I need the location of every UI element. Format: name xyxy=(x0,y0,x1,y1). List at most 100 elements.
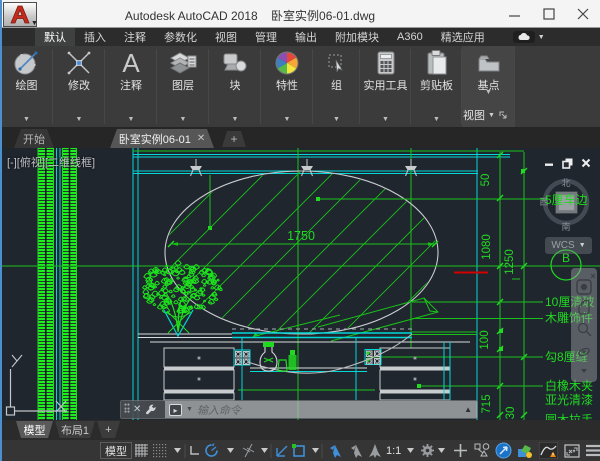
panel-flyout-caret-icon[interactable]: ▼ xyxy=(209,116,261,123)
ribbon-tab-annotate[interactable]: 注释 xyxy=(115,28,155,46)
ribbon-panel-utils[interactable]: 实用工具 ▼ xyxy=(360,46,411,127)
performance-monitor-icon[interactable] xyxy=(536,442,561,459)
ribbon-tab-output[interactable]: 输出 xyxy=(286,28,326,46)
ribbon-panel-props[interactable]: 特性▼ xyxy=(261,46,313,127)
ribbon-tab-featured-apps[interactable]: 精选应用 xyxy=(432,28,494,46)
ribbon-tab-home[interactable]: 默认 xyxy=(35,28,75,46)
modify-icon xyxy=(64,48,94,78)
file-tab-close-icon[interactable]: ✕ xyxy=(197,133,205,144)
snap-icon[interactable] xyxy=(149,442,170,459)
ribbon-panel-annotate[interactable]: A 注释 ▼ xyxy=(105,46,157,127)
clean-screen-icon[interactable] xyxy=(561,442,583,459)
ribbon-panel-label: 实用工具 xyxy=(364,80,408,93)
doc-minimize-icon[interactable] xyxy=(544,158,554,168)
command-input[interactable]: ▸ ▼ 输入命令 ▲ xyxy=(165,401,477,418)
basept-icon xyxy=(475,48,503,78)
command-close-icon[interactable]: ✕ xyxy=(133,404,141,415)
ribbon-panel-block[interactable]: 块▼ xyxy=(209,46,261,127)
command-customize-icon[interactable] xyxy=(145,404,157,416)
ribbon-tab-parametric[interactable]: 参数化 xyxy=(155,28,206,46)
panel-flyout-caret-icon[interactable]: ▼ xyxy=(157,116,209,123)
dim-715: 715 xyxy=(481,394,493,413)
file-tab-new-button[interactable]: + xyxy=(222,131,246,147)
layout-tab-model[interactable]: 模型 xyxy=(16,421,53,438)
autocad-window: ▼ Autodesk AutoCAD 2018 卧室实例06-01.dwg 默认… xyxy=(0,0,600,461)
ribbon-panel-label: 块 xyxy=(230,80,241,93)
file-tab-bar: 开始 卧室实例06-01✕ + xyxy=(0,128,600,148)
minimize-button[interactable] xyxy=(498,0,532,28)
annotation-bevel-edge: 5厘车边 xyxy=(545,192,588,207)
viewport-controls[interactable]: [-][俯视][二维线框] xyxy=(7,154,95,170)
isolate-objects-icon[interactable] xyxy=(514,442,537,459)
close-button[interactable] xyxy=(566,0,600,28)
panel-flyout-caret-icon[interactable]: ▼ xyxy=(0,116,53,123)
hardware-acceleration-icon[interactable] xyxy=(492,442,515,459)
panel-launcher-icon[interactable] xyxy=(498,110,508,120)
layout-tab-layout1[interactable]: 布局1 xyxy=(55,421,95,438)
command-caret-icon[interactable]: ▼ xyxy=(186,406,193,413)
annotate-icon: A xyxy=(116,48,146,78)
ribbon-display-toggle[interactable]: ▼ xyxy=(504,28,554,46)
autoscale-icon[interactable] xyxy=(345,442,367,459)
doc-restore-icon[interactable] xyxy=(562,158,573,169)
isodraft-icon[interactable] xyxy=(238,442,259,459)
workspace-caret-icon[interactable] xyxy=(435,442,448,459)
file-tab-document[interactable]: 卧室实例06-01✕ xyxy=(110,129,214,148)
ribbon-panel-clip[interactable]: 剪贴板 ▼ xyxy=(411,46,462,127)
panel-flyout-caret-icon[interactable]: ▼ xyxy=(411,116,462,123)
dim-1080: 1080 xyxy=(481,234,493,260)
ribbon-tab-bar: 默认 插入 注释 参数化 视图 管理 输出 附加模块 A360 精选应用 ▼ xyxy=(0,28,600,46)
polar-caret-icon[interactable] xyxy=(224,442,237,459)
status-plus-icon[interactable] xyxy=(450,442,471,459)
command-placeholder: 输入命令 xyxy=(197,402,241,418)
customization-menu-icon[interactable] xyxy=(582,442,600,459)
command-history-icon[interactable]: ▲ xyxy=(464,405,477,414)
wcs-dropdown[interactable]: WCS▼ xyxy=(545,237,592,254)
navigation-bar[interactable] xyxy=(571,268,597,382)
doc-close-icon[interactable] xyxy=(581,158,591,168)
file-tab-start[interactable]: 开始 xyxy=(14,129,54,148)
ribbon-display-caret-icon: ▼ xyxy=(538,34,545,41)
ribbon-tab-a360[interactable]: A360 xyxy=(388,28,432,46)
panel-flyout-caret-icon[interactable]: ▼ xyxy=(105,116,157,123)
object-snap-icon[interactable] xyxy=(288,442,309,459)
command-drag-handle[interactable]: ●●●●●● ✕ xyxy=(121,401,165,418)
window-left-border xyxy=(0,0,2,461)
command-grip-icon[interactable]: ●●●●●● xyxy=(124,404,131,414)
ribbon-panel-label: 剪贴板 xyxy=(420,80,453,93)
annotation-matte-varnish: 亚光清漆 xyxy=(545,393,593,407)
layers-icon xyxy=(168,48,198,78)
scale-label[interactable]: 1:1 xyxy=(383,442,404,459)
ribbon-view-panel-title[interactable]: 视图▼ xyxy=(463,104,515,126)
drawing-area[interactable]: 17505010801250100715305厘车边10厘清玻木雕饰件勾8厘缝白… xyxy=(0,148,600,420)
annotation-visibility-icon[interactable] xyxy=(324,442,346,459)
polar-tracking-icon[interactable] xyxy=(201,442,222,459)
annotation-scale-icon[interactable] xyxy=(365,442,385,459)
quick-properties-icon[interactable] xyxy=(471,442,493,459)
clip-icon xyxy=(422,48,452,78)
ribbon-panel-label: 注释 xyxy=(120,80,142,93)
basepoint-caret-icon: ▼ xyxy=(462,89,515,96)
draw-icon xyxy=(12,48,42,78)
layout-tab-new-button[interactable]: + xyxy=(97,421,120,438)
panel-flyout-caret-icon[interactable]: ▼ xyxy=(261,116,313,123)
maximize-button[interactable] xyxy=(532,0,566,28)
ribbon-panel-layers[interactable]: 图层▼ xyxy=(157,46,209,127)
panel-flyout-caret-icon[interactable]: ▼ xyxy=(53,116,105,123)
panel-flyout-caret-icon[interactable]: ▼ xyxy=(360,116,411,123)
scale-caret-icon[interactable] xyxy=(404,442,417,459)
ribbon-tab-addins[interactable]: 附加模块 xyxy=(326,28,388,46)
utils-icon xyxy=(371,48,401,78)
props-icon xyxy=(272,48,302,78)
command-line-bar[interactable]: ●●●●●● ✕ ▸ ▼ 输入命令 ▲ xyxy=(120,400,478,419)
panel-flyout-caret-icon[interactable]: ▼ xyxy=(313,116,360,123)
ribbon-tab-manage[interactable]: 管理 xyxy=(246,28,286,46)
ribbon-panel-draw[interactable]: 绘图▼ xyxy=(0,46,53,127)
ribbon-tab-insert[interactable]: 插入 xyxy=(75,28,115,46)
ribbon-panel-group[interactable]: 组▼ xyxy=(313,46,360,127)
ribbon-panel-modify[interactable]: 修改▼ xyxy=(53,46,105,127)
group-icon xyxy=(326,48,348,78)
ribbon-panels: 绘图▼修改▼A注释▼图层▼块▼特性▼组▼实用工具▼剪贴板▼基点▼视图▼ xyxy=(0,46,600,128)
ribbon-tab-view[interactable]: 视图 xyxy=(206,28,246,46)
command-prompt-icon: ▸ xyxy=(169,404,182,416)
